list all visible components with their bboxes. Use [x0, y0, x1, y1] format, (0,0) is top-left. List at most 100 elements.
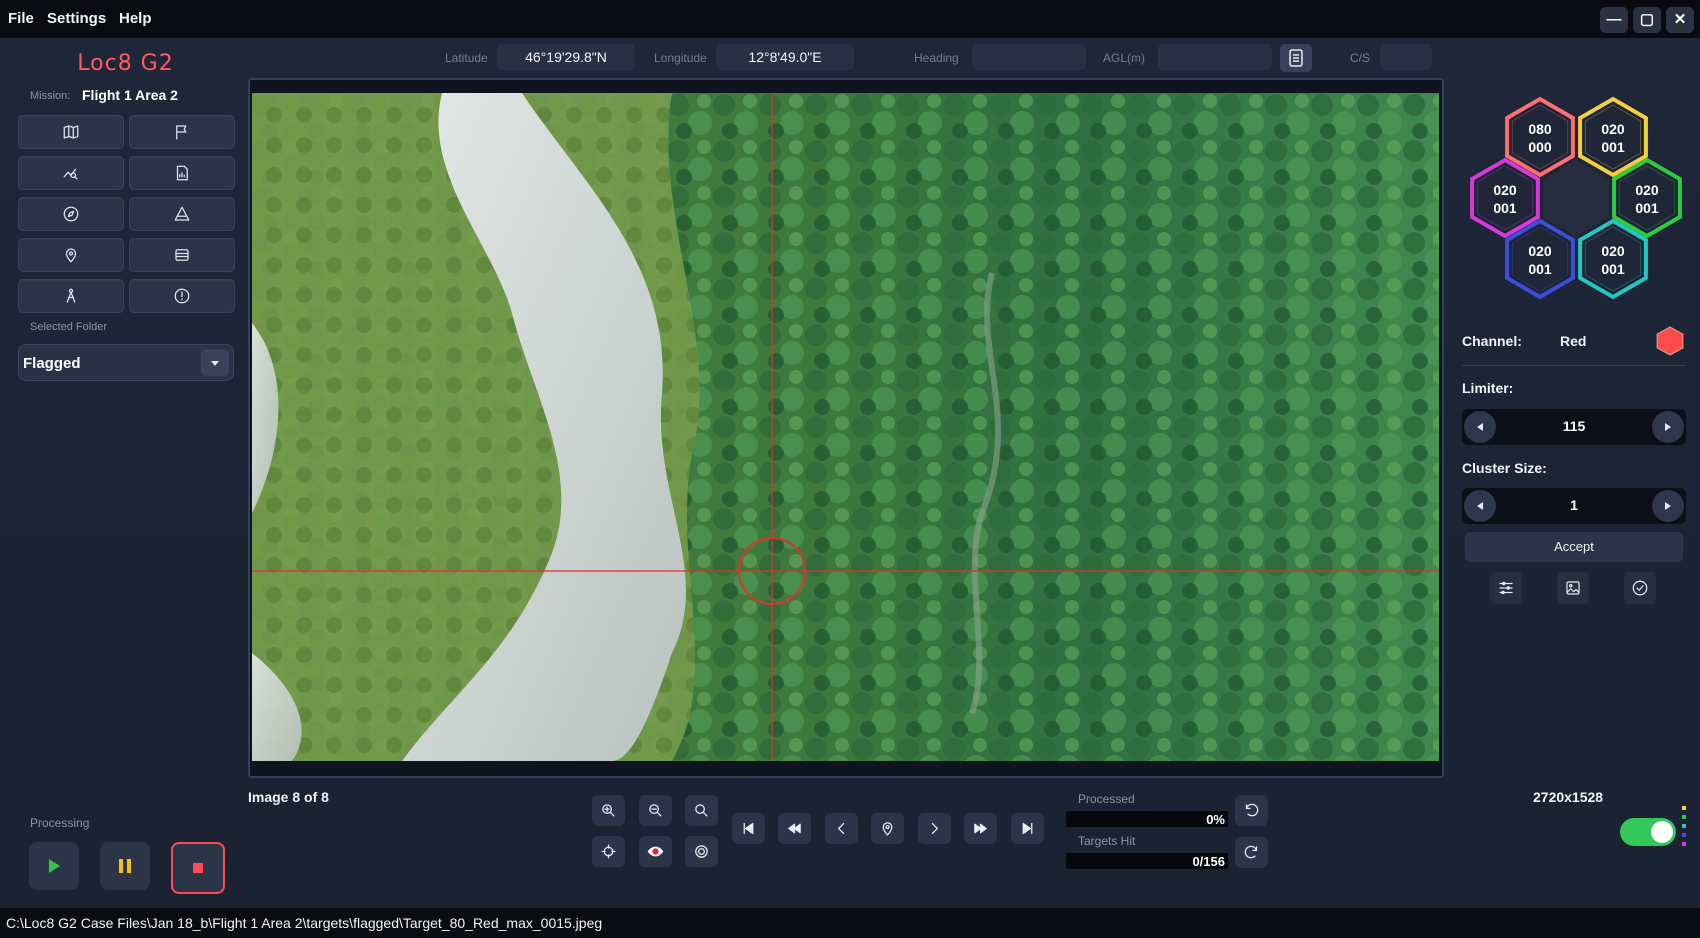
limiter-decrease-button[interactable] [1464, 411, 1496, 443]
analysis-button[interactable] [18, 156, 124, 190]
refresh-button[interactable] [1235, 837, 1268, 868]
terrain-icon [174, 206, 190, 221]
terrain-button[interactable] [129, 197, 235, 231]
longitude-label: Longitude [654, 51, 707, 65]
accept-button[interactable]: Accept [1465, 532, 1683, 562]
report-button[interactable] [129, 156, 235, 190]
cluster-decrease-button[interactable] [1464, 490, 1496, 522]
zoom-in-button[interactable] [592, 795, 625, 826]
previous-image-button[interactable] [825, 813, 858, 844]
limiter-label: Limiter: [1462, 380, 1514, 396]
last-image-button[interactable] [1011, 813, 1044, 844]
heading-label: Heading [914, 51, 959, 65]
hex-channel-3[interactable]: 020001 [1470, 157, 1540, 239]
processed-percent: 0% [1206, 812, 1225, 827]
zoom-out-icon [649, 804, 662, 817]
processed-label: Processed [1078, 792, 1135, 806]
minimize-button[interactable]: — [1600, 7, 1628, 33]
hex-value-bottom: 001 [1601, 139, 1625, 155]
cs-value [1380, 44, 1432, 70]
chevron-right-icon [931, 822, 938, 835]
image-icon [1566, 581, 1580, 595]
location-button[interactable] [18, 238, 124, 272]
heading-value [972, 44, 1086, 70]
confirm-button[interactable] [1624, 572, 1656, 604]
maximize-button[interactable]: ▢ [1633, 7, 1661, 33]
status-bar: C:\Loc8 G2 Case Files\Jan 18_b\Flight 1 … [0, 908, 1700, 938]
image-resolution: 2720x1528 [1533, 789, 1604, 805]
hex-value-top: 020 [1601, 243, 1625, 259]
hex-channel-2[interactable]: 020001 [1578, 96, 1648, 178]
limiter-stepper[interactable]: 115 [1462, 409, 1686, 445]
map-button[interactable] [18, 115, 124, 149]
redo-icon [1244, 845, 1258, 859]
divider [1462, 365, 1686, 366]
hex-channel-6[interactable]: 020001 [1578, 218, 1648, 300]
person-button[interactable] [18, 279, 124, 313]
overlay-toggle[interactable] [1620, 818, 1676, 846]
aerial-photo-forest [252, 93, 1439, 761]
reset-button[interactable] [1235, 795, 1268, 826]
fast-forward-button[interactable] [964, 813, 997, 844]
menu-settings[interactable]: Settings [47, 10, 106, 27]
locate-button[interactable] [871, 813, 904, 844]
hex-value-bottom: 001 [1493, 200, 1517, 216]
rewind-icon [788, 823, 801, 834]
chevron-down-icon[interactable] [201, 349, 229, 376]
cluster-size-value: 1 [1570, 497, 1578, 513]
compass-icon [63, 206, 79, 222]
compass-button[interactable] [18, 197, 124, 231]
center-target-button[interactable] [592, 836, 625, 867]
targets-progress-bar: 0/156 [1066, 853, 1228, 869]
cluster-size-stepper[interactable]: 1 [1462, 488, 1686, 524]
agl-label: AGL(m) [1103, 51, 1145, 65]
processing-label: Processing [30, 816, 90, 830]
adjustments-button[interactable] [1490, 572, 1522, 604]
pause-processing-button[interactable] [100, 842, 150, 890]
magnifier-icon [695, 804, 708, 817]
current-file-path: C:\Loc8 G2 Case Files\Jan 18_b\Flight 1 … [6, 915, 603, 931]
zoom-out-button[interactable] [639, 795, 672, 826]
folder-select-value: Flagged [23, 355, 81, 372]
first-image-button[interactable] [732, 813, 765, 844]
limiter-increase-button[interactable] [1652, 411, 1684, 443]
image-counter: Image 8 of 8 [248, 789, 329, 805]
layers-button[interactable] [129, 238, 235, 272]
document-icon [1289, 49, 1303, 67]
mission-label: Mission: [30, 90, 71, 102]
start-processing-button[interactable] [29, 842, 79, 890]
caret-left-icon [1477, 423, 1483, 431]
channel-label: Channel: [1462, 333, 1522, 349]
chevron-left-icon [838, 822, 845, 835]
flag-button[interactable] [129, 115, 235, 149]
menu-file[interactable]: File [8, 10, 34, 27]
info-button[interactable] [129, 279, 235, 313]
stop-processing-button[interactable] [171, 842, 225, 894]
menu-help[interactable]: Help [119, 10, 152, 27]
zoom-fit-button[interactable] [685, 795, 718, 826]
cluster-increase-button[interactable] [1652, 490, 1684, 522]
toggle-overlay-button[interactable] [639, 836, 672, 867]
hex-channel-1[interactable]: 080000 [1505, 96, 1575, 178]
cluster-size-label: Cluster Size: [1462, 460, 1547, 476]
rewind-button[interactable] [778, 813, 811, 844]
hex-channel-5[interactable]: 020001 [1505, 218, 1575, 300]
map-icon [63, 125, 79, 139]
aerial-image[interactable] [252, 93, 1439, 761]
crosshair-icon [601, 844, 616, 859]
chart-search-icon [63, 168, 78, 180]
notes-button[interactable] [1280, 44, 1312, 72]
next-image-button[interactable] [918, 813, 951, 844]
target-ring-button[interactable] [685, 836, 718, 867]
channel-color-strip [1682, 806, 1686, 856]
channel-color-swatch[interactable] [1655, 325, 1685, 357]
pause-icon [119, 859, 131, 873]
hex-value-bottom: 001 [1635, 200, 1659, 216]
close-button[interactable]: ✕ [1666, 7, 1694, 33]
hex-channel-4[interactable]: 020001 [1612, 157, 1682, 239]
image-button[interactable] [1557, 572, 1589, 604]
caret-left-icon [1477, 502, 1483, 510]
folder-select[interactable]: Flagged [18, 344, 234, 381]
menu-bar: File Settings Help — ▢ ✕ [0, 0, 1700, 38]
processed-progress-bar: 0% [1066, 811, 1228, 827]
